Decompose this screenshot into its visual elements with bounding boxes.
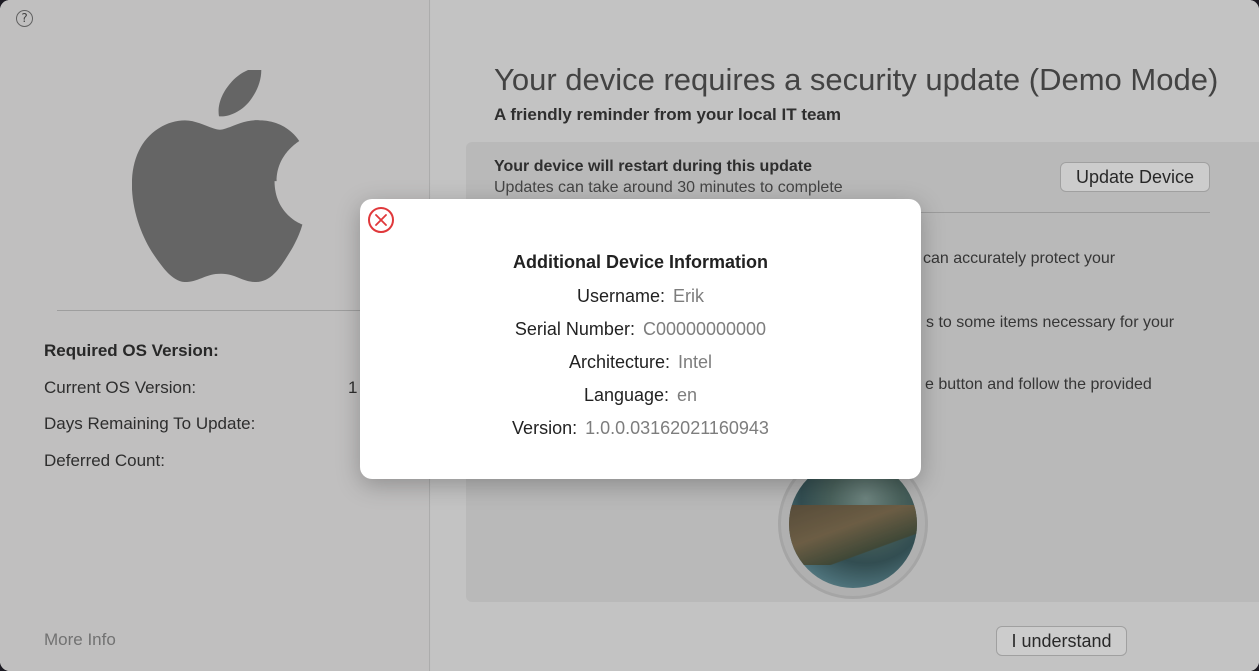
username-label: Username: xyxy=(576,286,666,306)
serial-number-label: Serial Number: xyxy=(514,319,635,339)
modal-row-language: Language: en xyxy=(360,385,921,406)
architecture-label: Architecture: xyxy=(568,352,670,372)
version-label: Version: xyxy=(512,418,578,438)
architecture-value: Intel xyxy=(678,352,713,372)
language-value: en xyxy=(677,385,698,405)
language-label: Language: xyxy=(583,385,670,405)
modal-row-version: Version: 1.0.0.03162021160943 xyxy=(360,418,921,439)
serial-number-value: C00000000000 xyxy=(642,319,767,339)
username-value: Erik xyxy=(673,286,705,306)
modal-title: Additional Device Information xyxy=(512,252,769,272)
modal-row-architecture: Architecture: Intel xyxy=(360,352,921,373)
close-icon[interactable] xyxy=(368,207,394,233)
modal-row-username: Username: Erik xyxy=(360,286,921,307)
app-window: ? Required OS Version: Current OS Versio… xyxy=(0,0,1259,671)
modal-row-serial: Serial Number: C00000000000 xyxy=(360,319,921,340)
version-value: 1.0.0.03162021160943 xyxy=(585,418,769,438)
device-info-modal: Additional Device Information Username: E… xyxy=(360,199,921,479)
